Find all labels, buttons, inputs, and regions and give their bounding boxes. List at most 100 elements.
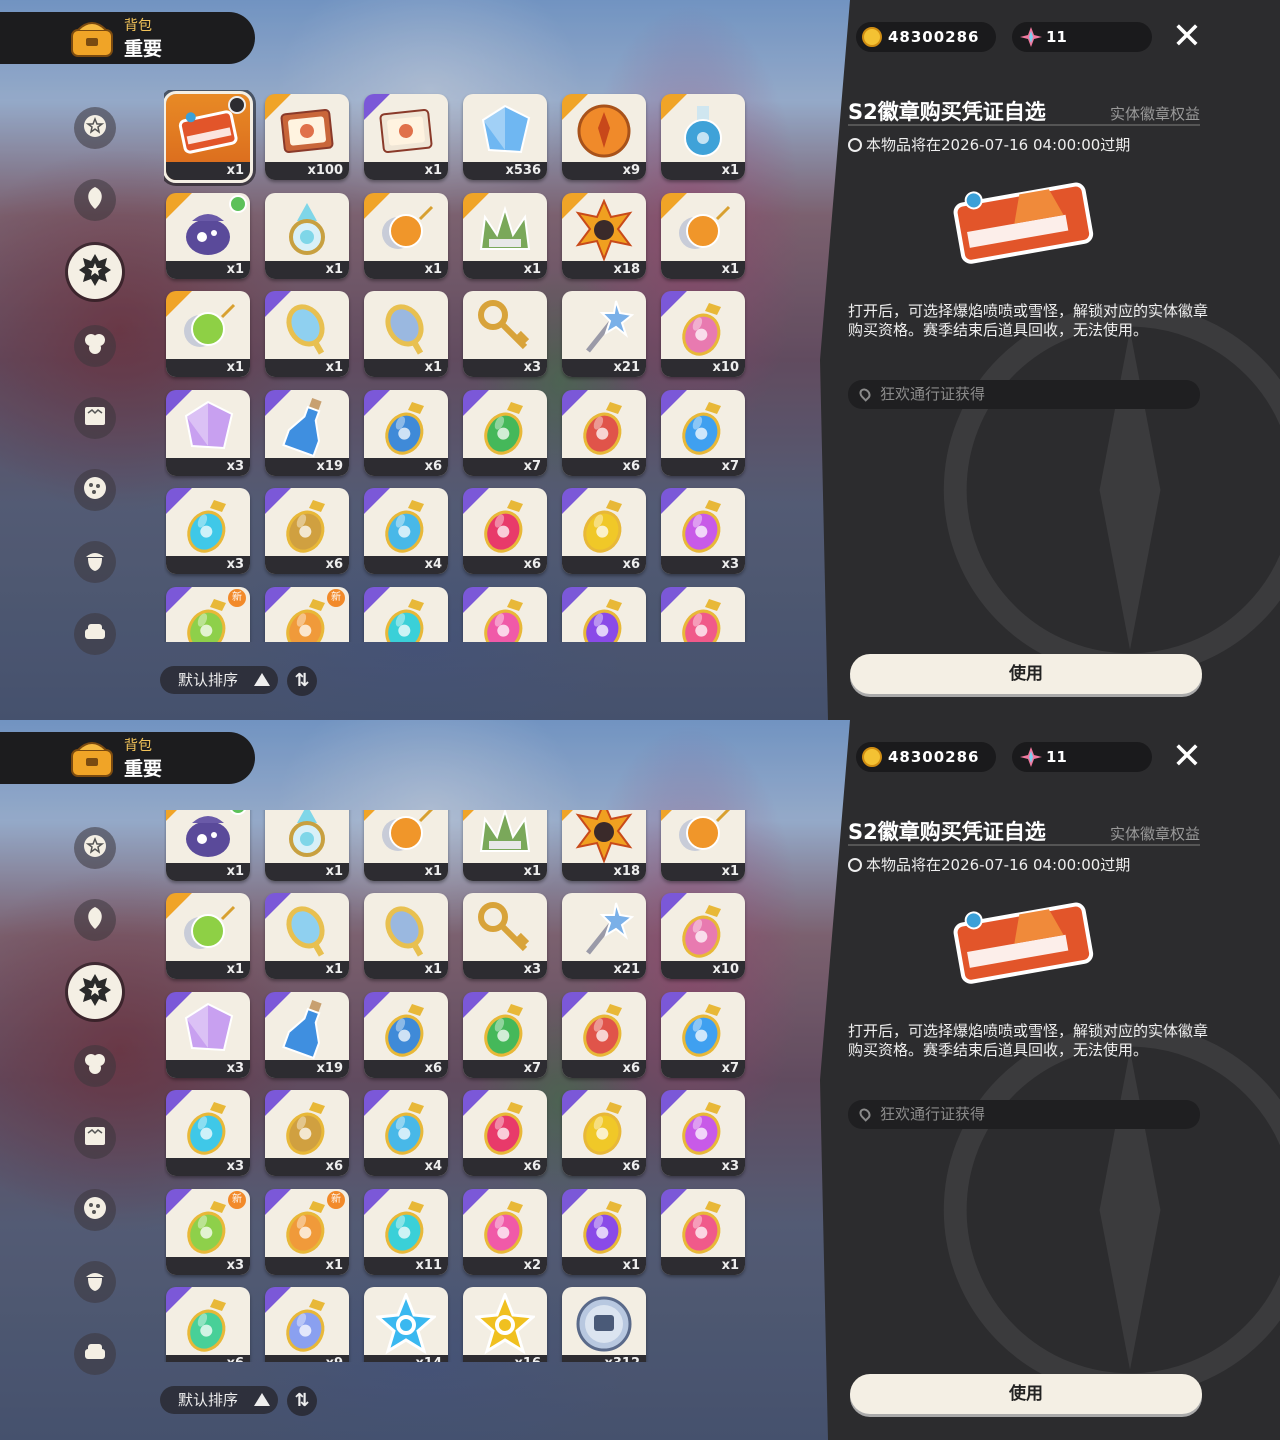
item-blue-flask[interactable]: x1 [661,94,745,180]
star-category[interactable] [74,827,116,869]
item-mint-potion[interactable]: x6 [166,1286,250,1362]
item-blue-star-potion[interactable]: x6 [364,390,448,476]
item-yellow-potion[interactable]: x6 [562,1089,646,1176]
item-pumpkin-watch-2[interactable]: x1 [661,193,745,279]
dots-category[interactable] [74,469,116,511]
item-prism-crystal[interactable]: x536 [463,94,547,180]
item-rainbow-crystal[interactable]: x3 [166,390,250,476]
item-pink-potion[interactable]: x2 [463,587,547,642]
item-yellow-potion[interactable]: x6 [562,488,646,574]
item-violet-potion[interactable]: x3 [661,1089,745,1176]
leaf-category[interactable] [74,179,116,221]
item-red-potion[interactable]: x6 [562,390,646,476]
item-rainbow-crystal[interactable]: x3 [166,991,250,1078]
item-cyan-potion[interactable]: x3 [166,488,250,574]
badge-category[interactable] [68,245,122,299]
clover-icon [82,331,108,361]
leaf-category[interactable] [74,899,116,941]
item-crown-potion[interactable]: x6 [463,488,547,574]
item-blue-bottle[interactable]: x19 [265,390,349,476]
item-cyan-potion[interactable]: x3 [166,1089,250,1176]
acorn-category[interactable] [74,1261,116,1303]
item-sky-potion[interactable]: x7 [661,390,745,476]
item-sun-badge[interactable]: x18 [562,193,646,279]
item-sky-potion[interactable]: x7 [661,991,745,1078]
item-gold-star-coin[interactable]: x16 [463,1286,547,1362]
sort-dropdown[interactable]: 默认排序 [160,1386,278,1414]
item-gold-key[interactable]: x3 [463,291,547,377]
item-star-wand[interactable]: x21 [562,291,646,377]
item-crystal-lamp[interactable]: x1 [265,810,349,881]
item-blue-mirror[interactable]: x1 [364,291,448,377]
item-red-potion[interactable]: x6 [562,991,646,1078]
item-rainbow-potion[interactable]: x10 [661,291,745,377]
use-button[interactable]: 使用 [850,1374,1202,1414]
sort-dropdown[interactable]: 默认排序 [160,666,278,694]
item-star-pouch[interactable]: x1 [166,193,250,279]
item-orange-medal[interactable]: x9 [562,94,646,180]
item-lime-potion[interactable]: 新 x3 [166,587,250,642]
item-rose-potion[interactable]: x1 [661,587,745,642]
item-letter-card[interactable]: x1 [364,94,448,180]
close-button[interactable]: ✕ [1170,739,1204,775]
item-purple-potion[interactable]: x1 [562,587,646,642]
item-gold-key[interactable]: x3 [463,892,547,979]
item-bunny-card[interactable]: x100 [265,94,349,180]
item-star-pouch[interactable]: x1 [166,810,250,881]
furniture-category[interactable] [74,613,116,655]
dots-category[interactable] [74,1189,116,1231]
use-button[interactable]: 使用 [850,654,1202,694]
item-pumpkin-watch[interactable]: x1 [364,193,448,279]
item-rose-potion[interactable]: x1 [661,1188,745,1275]
item-blue-star-potion[interactable]: x6 [364,991,448,1078]
card-category[interactable] [74,1117,116,1159]
item-swirl-potion[interactable]: x9 [265,1286,349,1362]
close-button[interactable]: ✕ [1170,19,1204,55]
item-flower-potion[interactable]: x4 [364,1089,448,1176]
badge-category[interactable] [68,965,122,1019]
item-crown-leaf[interactable]: x1 [463,193,547,279]
item-sun-badge[interactable]: x18 [562,810,646,881]
item-rainbow-potion[interactable]: x10 [661,892,745,979]
item-green-watch[interactable]: x1 [166,291,250,377]
clover-category[interactable] [74,1045,116,1087]
item-teal-potion[interactable]: x11 [364,587,448,642]
item-grid[interactable]: x1 x100 x1 x536 x9 x1 x1 x1 x1 x1 [164,810,754,1362]
item-gold-mirror[interactable]: x1 [265,291,349,377]
item-blue-bottle[interactable]: x19 [265,991,349,1078]
item-pumpkin-watch[interactable]: x1 [364,810,448,881]
item-green-potion[interactable]: x7 [463,991,547,1078]
furniture-category[interactable] [74,1333,116,1375]
card-category[interactable] [74,397,116,439]
item-green-potion[interactable]: x7 [463,390,547,476]
item-badge-voucher[interactable]: x1 [164,91,253,183]
item-gold-mirror[interactable]: x1 [265,892,349,979]
item-crown-leaf[interactable]: x1 [463,810,547,881]
item-grid[interactable]: x1 x100 x1 x536 x9 x1 x1 x1 x1 x1 [164,90,754,642]
item-quantity: x7 [661,458,745,476]
item-orange-potion[interactable]: 新 x1 [265,1188,349,1275]
item-lime-potion[interactable]: 新 x3 [166,1188,250,1275]
item-crown-potion[interactable]: x6 [463,1089,547,1176]
item-blue-star-coin[interactable]: x14 [364,1286,448,1362]
sort-order-toggle[interactable]: ⇅ [287,666,317,696]
sort-order-toggle[interactable]: ⇅ [287,1386,317,1416]
item-green-watch[interactable]: x1 [166,892,250,979]
item-star-wand[interactable]: x21 [562,892,646,979]
item-flower-potion[interactable]: x4 [364,488,448,574]
star-category[interactable] [74,107,116,149]
item-amber-potion[interactable]: x6 [265,488,349,574]
item-violet-potion[interactable]: x3 [661,488,745,574]
inventory-screen: 背包 重要 x1 x100 x1 x536 x9 x1 x1 x1 x1 [0,720,1280,1440]
clover-category[interactable] [74,325,116,367]
item-teal-potion[interactable]: x11 [364,1188,448,1275]
item-pumpkin-watch-2[interactable]: x1 [661,810,745,881]
item-amber-potion[interactable]: x6 [265,1089,349,1176]
item-orange-potion[interactable]: 新 x1 [265,587,349,642]
item-purple-potion[interactable]: x1 [562,1188,646,1275]
item-blue-mirror[interactable]: x1 [364,892,448,979]
item-silver-token[interactable]: x312 [562,1286,646,1362]
acorn-category[interactable] [74,541,116,583]
item-pink-potion[interactable]: x2 [463,1188,547,1275]
item-crystal-lamp[interactable]: x1 [265,193,349,279]
